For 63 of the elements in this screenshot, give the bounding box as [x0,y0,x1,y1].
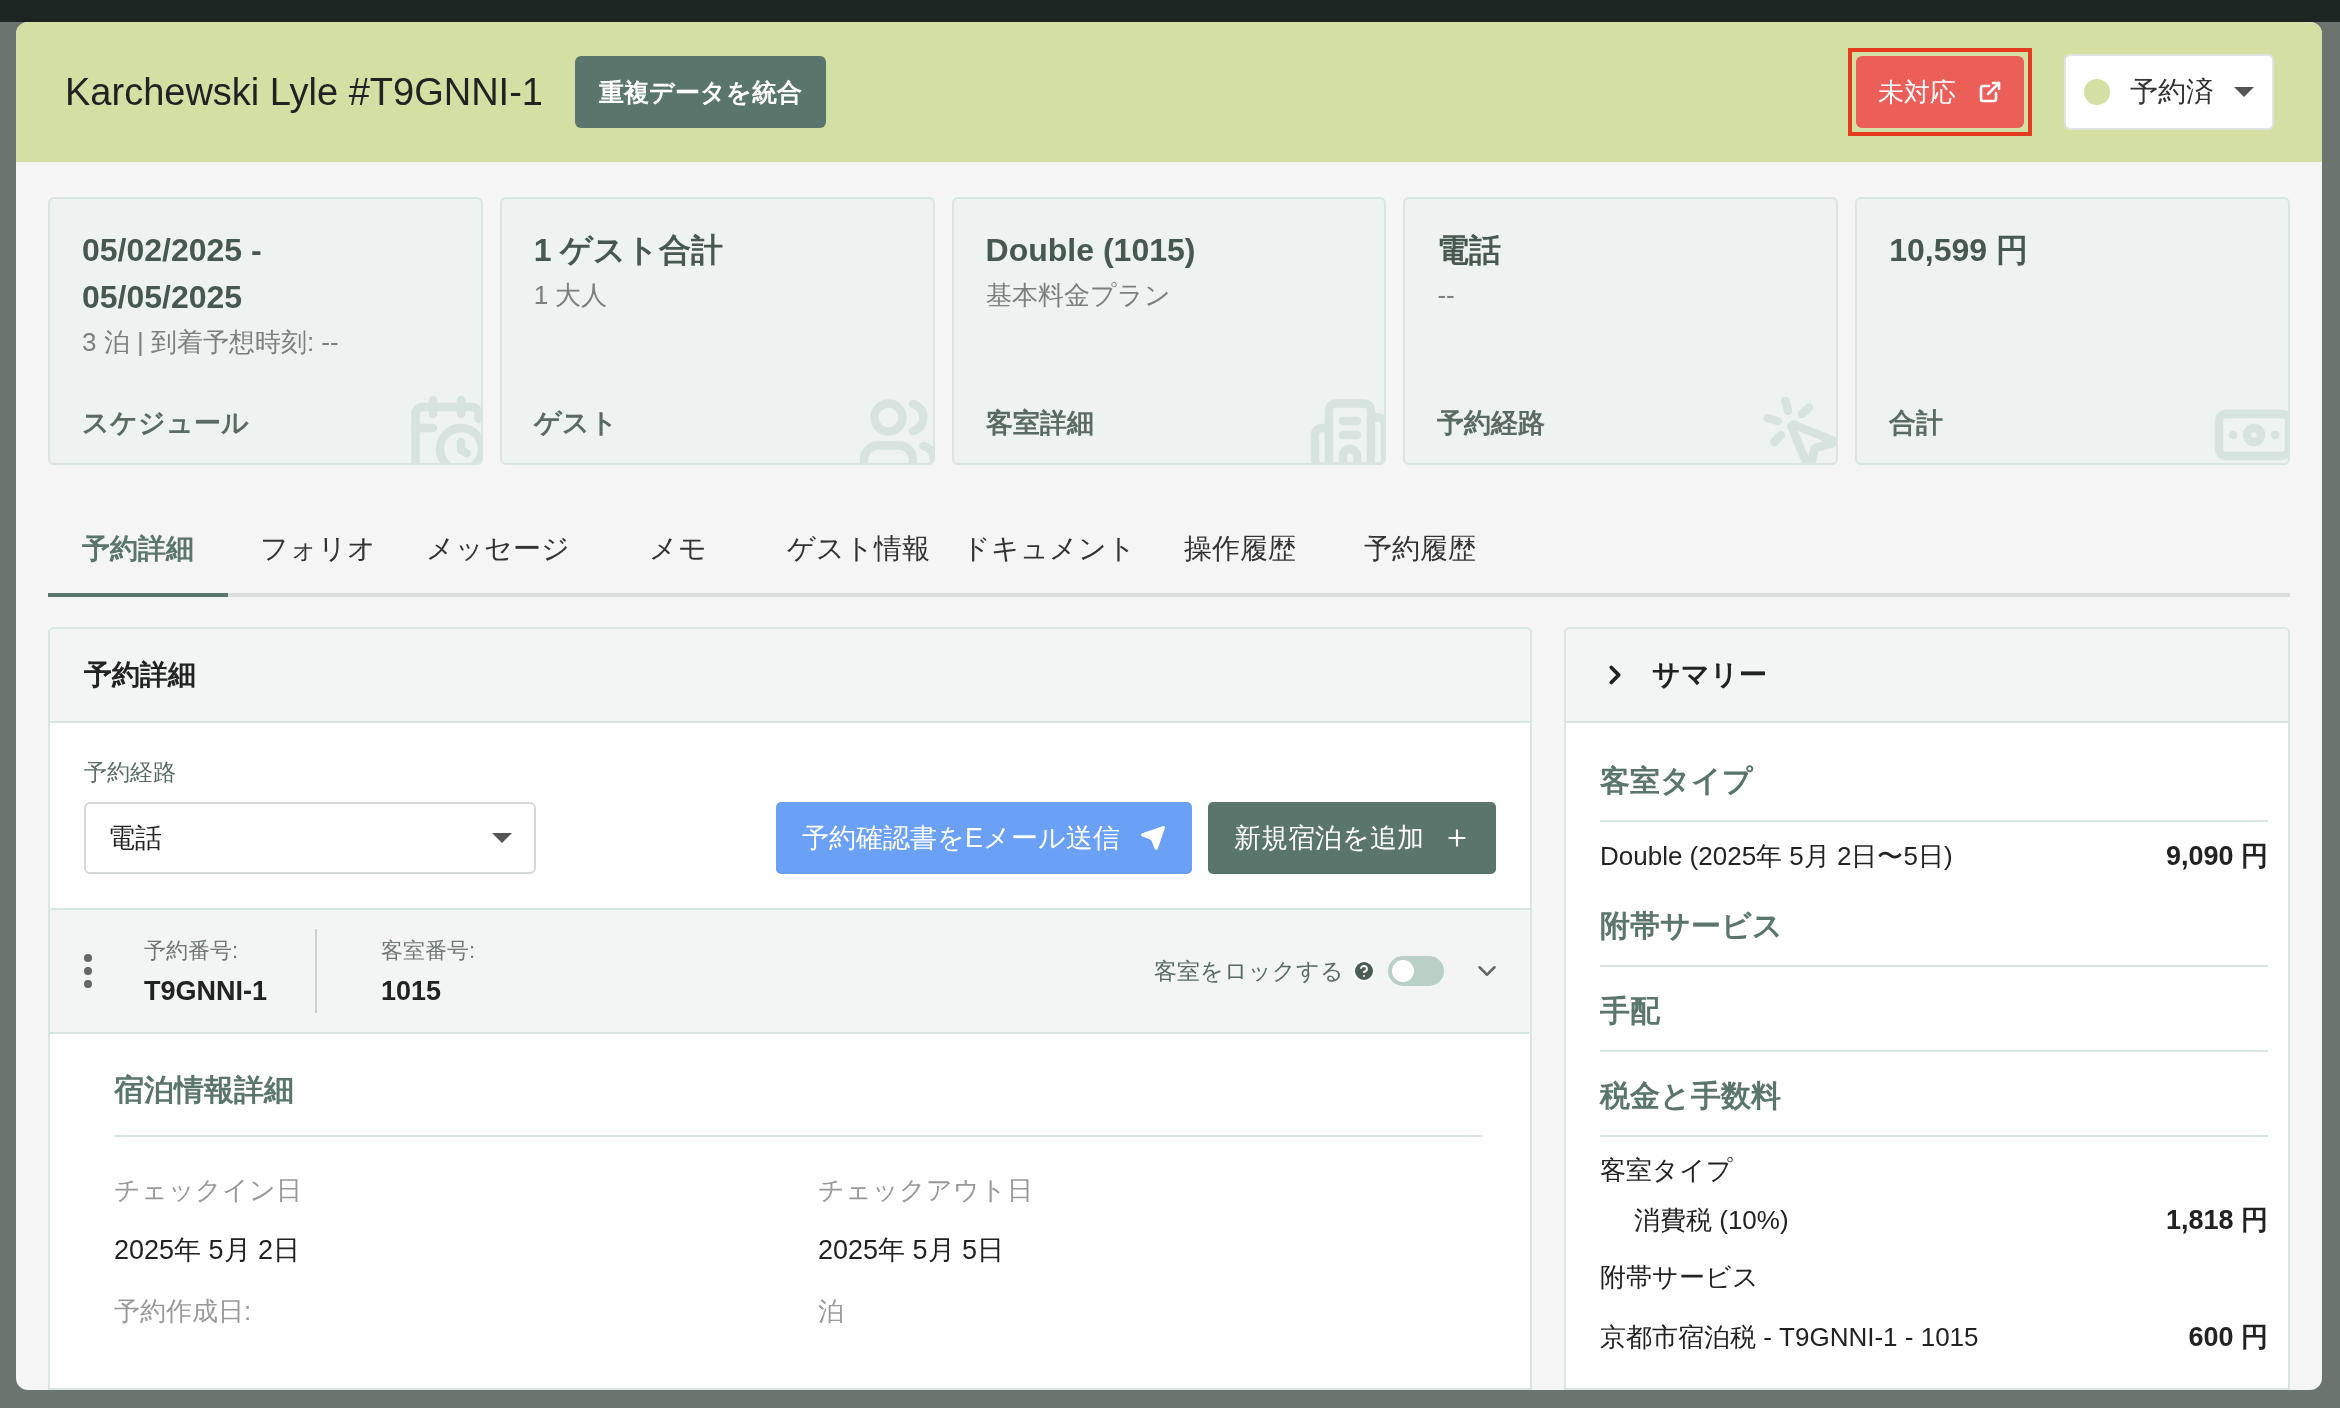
field-label: 予約番号: [144,936,240,965]
card-label: 予約経路 [1437,407,1547,440]
card-subtext: 1 大人 [533,279,609,312]
panel-title: サマリー [1652,658,1767,692]
card-value: 05/02/2025 - [82,231,263,270]
tab[interactable]: メモ [588,505,768,597]
room-number: 1015 [381,975,443,1007]
reservation-number: T9GNNI-1 [144,975,268,1007]
card-value: 05/05/2025 [82,278,244,317]
field-label: 予約経路 [84,758,177,787]
summary-item-label: 京都市宿泊税 - T9GNNI-1 - 1015 [1600,1320,1979,1354]
summary-group-label: 客室タイプ [1600,1154,1734,1187]
tab[interactable]: フォリオ [228,505,408,597]
tab[interactable]: 予約詳細 [48,505,228,597]
tab[interactable]: ドキュメント [948,505,1150,597]
tab[interactable]: ゲスト情報 [768,505,948,597]
card-label: スケジュール [82,407,250,440]
summary-amount: 600 円 [2188,1321,2268,1354]
card-value: 1 ゲスト合計 [533,231,725,270]
caret-icon [492,833,512,843]
summary-section-heading: 手配 [1600,967,2268,1052]
tab[interactable]: メッセージ [408,505,588,597]
section-title: 宿泊情報詳細 [114,1070,1482,1137]
field-value: 2025年 5月 2日 [114,1234,302,1267]
caret-icon [2234,87,2254,97]
external-link-icon [1978,80,2002,104]
send-icon [1140,825,1166,851]
tab[interactable]: 操作履歴 [1150,505,1330,597]
card-subtext: 基本料金プラン [985,279,1172,312]
summary-amount: 1,818 円 [2165,1204,2268,1237]
card-subtext: 3 泊 | 到着予想時刻: -- [82,326,340,359]
summary-section-heading: 税金と手数料 [1600,1052,2268,1137]
source-select[interactable]: 電話 [84,802,536,874]
card-subtext: -- [1437,279,1456,312]
card-value: Double (1015) [985,231,1197,270]
add-stay-button[interactable]: 新規宿泊を追加 [1208,802,1496,874]
field-label: 客室番号: [381,936,476,965]
summary-section-heading: 客室タイプ [1600,737,2268,822]
panel-title: 予約詳細 [84,658,196,692]
modal-title: Karchewski Lyle #T9GNNI-1 [65,70,543,114]
summary-amount: 9,090 円 [2165,840,2268,873]
card-value: 10,599 円 [1889,231,2029,270]
field-label: チェックアウト日 [818,1174,1034,1207]
field-value: 2025年 5月 5日 [818,1234,1006,1267]
kebab-menu-icon[interactable] [82,953,94,989]
summary-group-label: 附帯サービス [1600,1261,1760,1294]
help-icon[interactable] [1352,959,1376,983]
merge-button[interactable]: 重複データを統合 [574,56,826,128]
field-label: 泊 [818,1295,845,1328]
card-label: 合計 [1889,407,1945,440]
status-select[interactable]: 予約済 [2064,54,2274,130]
lock-label: 客室をロックする [1154,956,1344,986]
tab[interactable]: 予約履歴 [1330,505,1510,597]
card-label: ゲスト [533,407,619,440]
card-value: 電話 [1437,231,1503,270]
card-label: 客室詳細 [985,407,1095,440]
field-label: チェックイン日 [114,1174,303,1207]
summary-item-label: Double (2025年 5月 2日〜5日) [1600,839,1953,873]
lock-toggle[interactable] [1388,956,1444,986]
summary-section-heading: 附帯サービス [1600,882,2268,967]
field-label: 予約作成日: [114,1295,253,1328]
status-dot [2084,79,2110,105]
summary-item-label: 消費税 (10%) [1634,1203,1789,1237]
